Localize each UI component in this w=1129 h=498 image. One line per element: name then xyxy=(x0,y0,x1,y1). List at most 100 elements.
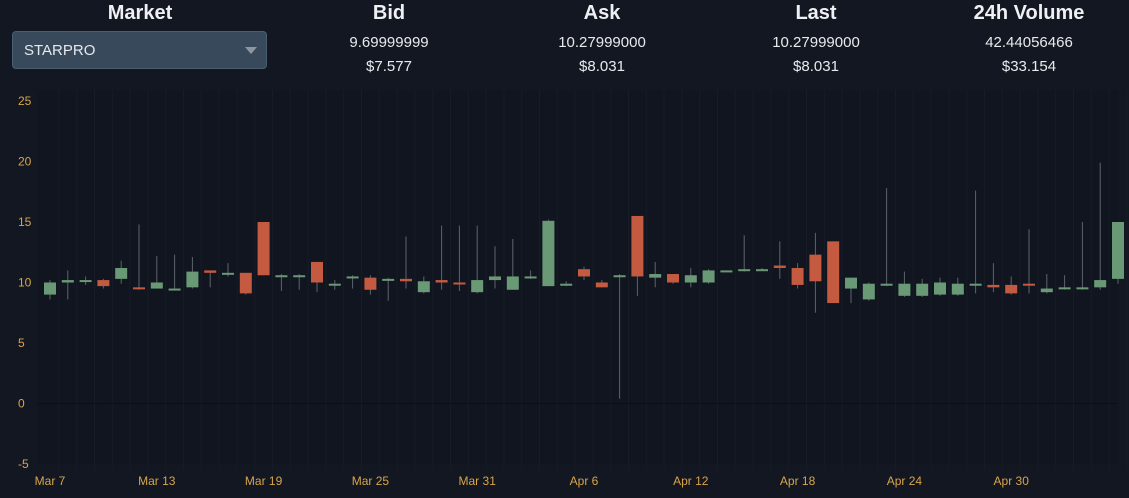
candle-body xyxy=(311,261,323,283)
candle-body xyxy=(133,287,145,290)
candle-body xyxy=(328,283,341,286)
x-tick-label: Mar 7 xyxy=(35,474,66,488)
candle-body xyxy=(827,241,840,304)
y-tick-label: -5 xyxy=(18,457,29,471)
candle-body xyxy=(934,282,946,295)
x-tick-label: Mar 31 xyxy=(459,474,497,488)
candle-body xyxy=(1094,280,1107,288)
ask-column: Ask 10.27999000 $8.031 xyxy=(502,0,702,76)
candle-body xyxy=(257,222,270,276)
candle-body xyxy=(773,265,786,268)
candle-body xyxy=(204,270,217,273)
candle-body xyxy=(1058,287,1071,290)
candle-body xyxy=(1023,283,1035,286)
candle-body xyxy=(524,276,537,279)
last-column: Last 10.27999000 $8.031 xyxy=(716,0,916,76)
candle-body xyxy=(79,280,92,283)
ask-usd-value: $8.031 xyxy=(579,58,625,75)
y-tick-label: 5 xyxy=(18,336,25,350)
candle-body xyxy=(951,283,964,295)
y-tick-label: 10 xyxy=(18,276,32,290)
bid-column: Bid 9.69999999 $7.577 xyxy=(289,0,489,76)
candle-body xyxy=(1112,222,1124,279)
x-tick-label: Mar 13 xyxy=(138,474,176,488)
candle-body xyxy=(845,277,857,289)
volume-value: 42.44056466 xyxy=(985,34,1073,51)
market-select[interactable]: STARPRO xyxy=(12,31,267,69)
y-tick-label: 0 xyxy=(18,397,25,411)
candle-body xyxy=(720,270,733,273)
candle-body xyxy=(453,282,466,285)
last-value: 10.27999000 xyxy=(772,34,860,51)
candle-body xyxy=(382,278,395,281)
candle-body xyxy=(293,275,306,278)
bid-usd-value: $7.577 xyxy=(366,58,412,75)
candle-body xyxy=(542,220,555,287)
candle-body xyxy=(489,276,501,281)
chevron-down-icon[interactable] xyxy=(245,47,257,54)
candle-body xyxy=(1005,284,1018,294)
candle-body xyxy=(1076,287,1089,290)
candle-body xyxy=(44,282,56,295)
candle-body xyxy=(880,283,893,286)
x-tick-label: Mar 25 xyxy=(352,474,390,488)
y-tick-label: 15 xyxy=(18,215,32,229)
bid-value: 9.69999999 xyxy=(349,34,429,51)
candle-body xyxy=(578,269,590,277)
candle-body xyxy=(916,283,929,296)
x-tick-label: Apr 6 xyxy=(570,474,599,488)
candle-body xyxy=(613,275,626,278)
candle-body xyxy=(702,270,715,283)
plot-area xyxy=(37,90,1118,464)
volume-column: 24h Volume 42.44056466 $33.154 xyxy=(929,0,1129,76)
candle-body xyxy=(239,272,252,294)
candle-body xyxy=(150,282,163,289)
last-usd-value: $8.031 xyxy=(793,58,839,75)
candle-body xyxy=(738,269,751,272)
candle-body xyxy=(222,272,234,275)
candle-body xyxy=(168,288,181,291)
y-tick-label: 20 xyxy=(18,155,32,169)
market-heading: Market xyxy=(107,2,173,24)
ask-heading: Ask xyxy=(583,2,621,24)
candle-body xyxy=(364,277,377,290)
x-tick-label: Apr 18 xyxy=(780,474,816,488)
candle-body xyxy=(862,283,875,300)
candlestick-chart[interactable]: 25 20 15 10 5 0 -5 Mar 7 Mar 13 Mar 19 Mar 25 Mar 3… xyxy=(0,90,1129,498)
volume-usd-value: $33.154 xyxy=(1001,58,1057,75)
candle-body xyxy=(115,267,128,279)
y-tick-label: 25 xyxy=(18,94,32,108)
x-tick-label: Apr 30 xyxy=(994,474,1030,488)
volume-heading: 24h Volume xyxy=(973,2,1085,24)
candle-body xyxy=(595,282,608,288)
candle-body xyxy=(969,283,982,286)
candle-body xyxy=(809,254,822,282)
candle-body xyxy=(560,283,573,286)
market-select-value: STARPRO xyxy=(24,42,96,59)
ask-value: 10.27999000 xyxy=(558,34,646,51)
candle-body xyxy=(506,276,519,290)
candle-body xyxy=(61,280,74,283)
x-tick-label: Mar 19 xyxy=(245,474,283,488)
market-column: Market xyxy=(40,0,240,26)
candle-body xyxy=(186,271,199,288)
last-heading: Last xyxy=(795,2,837,24)
candle-body xyxy=(275,275,288,278)
candle-body xyxy=(649,274,662,278)
candle-body xyxy=(987,284,1000,288)
candle-body xyxy=(791,267,804,285)
x-tick-label: Apr 24 xyxy=(887,474,923,488)
candle-body xyxy=(435,280,448,283)
candle-body xyxy=(684,275,697,283)
candle-body xyxy=(400,278,412,282)
candle-body xyxy=(417,281,430,293)
candle-body xyxy=(471,280,484,293)
market-header: Market STARPRO Bid 9.69999999 $7.577 Ask… xyxy=(0,0,1129,90)
candle-body xyxy=(898,283,911,296)
candle-body xyxy=(346,276,359,279)
candle-body xyxy=(97,280,110,287)
candle-body xyxy=(631,215,644,277)
x-tick-label: Apr 12 xyxy=(673,474,709,488)
candle-body xyxy=(1040,288,1053,293)
candle-body xyxy=(756,269,768,272)
